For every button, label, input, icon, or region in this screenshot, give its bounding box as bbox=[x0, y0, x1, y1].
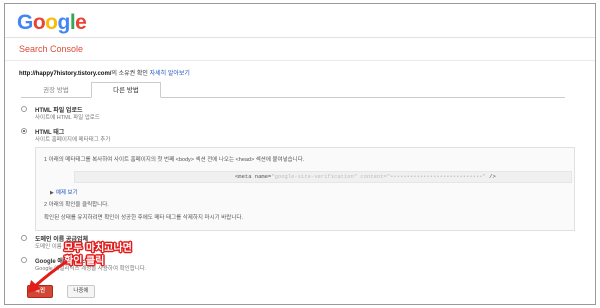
radio-button[interactable] bbox=[21, 106, 27, 112]
annotation-line-2: 확인 클릭 bbox=[64, 256, 105, 267]
later-button[interactable]: 나중에 bbox=[67, 285, 95, 298]
site-verification-heading: http://happy7history.tistory.com/의 소유권 확… bbox=[19, 68, 190, 77]
logo-letter: e bbox=[75, 11, 87, 34]
show-example-link[interactable]: ▶ 예제 보기 bbox=[50, 188, 78, 196]
annotation-callout: 모두 마치고나면 확인 클릭 bbox=[64, 242, 144, 274]
product-divider bbox=[5, 60, 595, 61]
logo-letter: G bbox=[17, 11, 33, 34]
meta-tag-code[interactable]: <meta name="google-site-verification" co… bbox=[74, 171, 572, 183]
tab-alternate[interactable]: 다른 방법 bbox=[91, 82, 161, 98]
tab-recommended[interactable]: 권장 방법 bbox=[21, 82, 91, 98]
header-divider bbox=[5, 37, 595, 38]
method-tabs: 권장 방법 다른 방법 bbox=[21, 82, 161, 98]
radio-button[interactable] bbox=[21, 235, 27, 241]
logo-letter: g bbox=[57, 11, 71, 34]
html-tag-instructions: 1 아래의 메타태그를 복사하여 사이트 홈페이지의 첫 번째 <body> 섹… bbox=[35, 147, 575, 231]
option-subtitle: 사이트 홈페이지에 메타태그 추가 bbox=[35, 137, 111, 143]
step-2-text: 2 아래의 확인을 클릭합니다. bbox=[44, 202, 109, 208]
show-example-label: 예제 보기 bbox=[55, 190, 78, 196]
logo-letter: o bbox=[32, 11, 46, 34]
code-blurred: "google-site-verification" content="••••… bbox=[271, 173, 486, 180]
logo-letter: o bbox=[45, 11, 58, 34]
radio-button-selected[interactable] bbox=[21, 128, 27, 134]
annotation-line-1: 모두 마치고나면 bbox=[64, 243, 132, 254]
triangle-right-icon: ▶ bbox=[50, 190, 54, 196]
step-1-text: 1 아래의 메타태그를 복사하여 사이트 홈페이지의 첫 번째 <body> 섹… bbox=[44, 157, 305, 163]
google-logo: Google bbox=[17, 11, 87, 35]
radio-button[interactable] bbox=[21, 257, 27, 263]
confirm-button[interactable]: 확인 bbox=[27, 285, 53, 298]
site-url: http://happy7history.tistory.com/ bbox=[19, 71, 112, 77]
option-subtitle: 사이트에 HTML 파일 업로드 bbox=[35, 115, 100, 121]
code-visible: <meta name= bbox=[235, 173, 272, 180]
site-suffix: 의 소유권 확인 bbox=[111, 71, 148, 77]
code-end: /> bbox=[489, 173, 496, 180]
keep-tag-note: 확인된 상태를 유지하려면 확인이 성공한 후에도 메타 태그를 삭제하지 마시… bbox=[44, 215, 243, 221]
learn-more-link[interactable]: 자세히 알아보기 bbox=[150, 71, 190, 77]
product-title: Search Console bbox=[19, 44, 84, 54]
